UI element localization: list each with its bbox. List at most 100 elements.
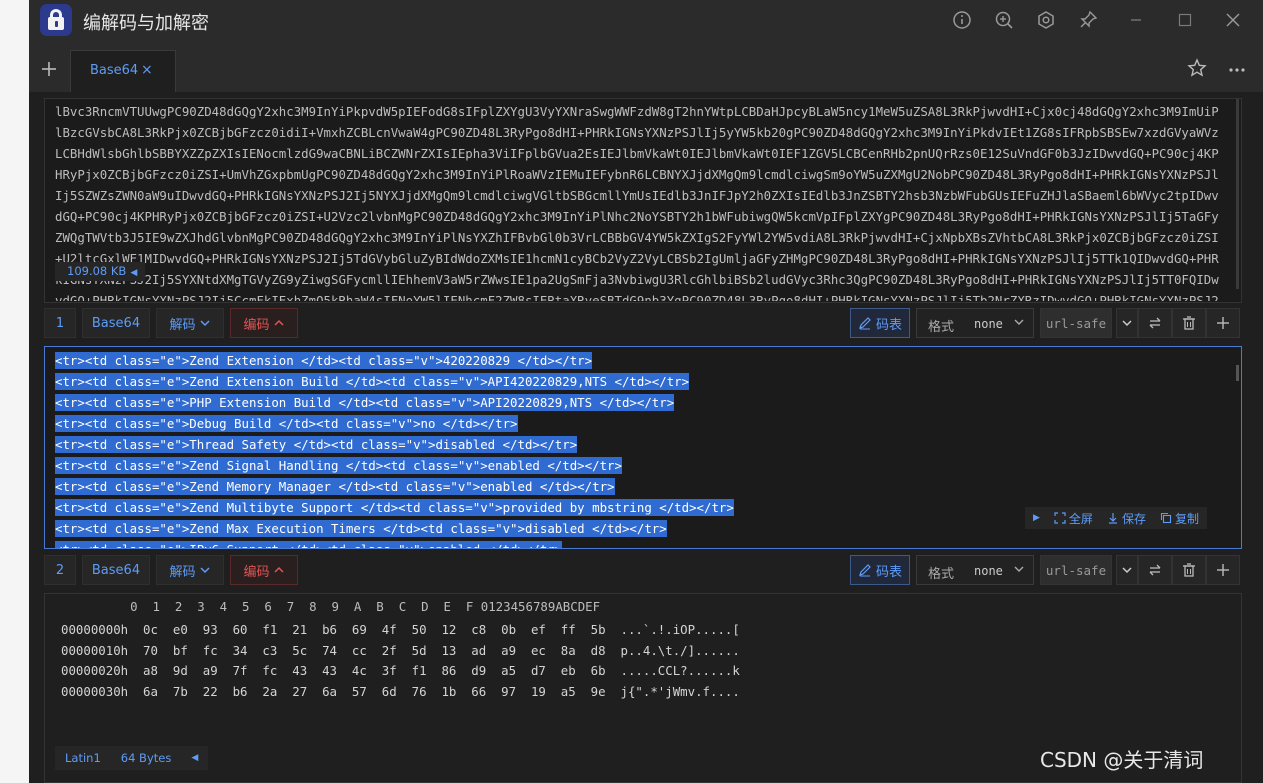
copy-label: 复制 xyxy=(1174,511,1199,526)
settings-icon[interactable] xyxy=(1034,8,1058,32)
encoded-panel[interactable]: lBvc3RncmVTUUwgPC90ZD48dGQgY2xhc3M9InYiP… xyxy=(44,98,1242,303)
decoded-line: <tr><td class="e">Debug Build </td><td c… xyxy=(55,415,518,432)
scrollbar[interactable] xyxy=(1236,99,1239,289)
hex-rows: 00000000h 0c e0 93 60 f1 21 b6 69 4f 50 … xyxy=(61,620,740,702)
chevron-up-icon xyxy=(273,566,284,573)
copy-button[interactable]: 复制 xyxy=(1160,510,1199,527)
caret-right-icon[interactable]: ▶ xyxy=(1033,513,1040,523)
dropdown-icon[interactable] xyxy=(1116,308,1138,338)
decoded-lines[interactable]: <tr><td class="e">Zend Extension </td><t… xyxy=(55,350,734,548)
chevron-down-icon xyxy=(199,320,210,327)
app-window: 编解码与加解密 Base64 × lBvc3RncmVTUUwgPC90ZD48… xyxy=(29,0,1263,783)
decode-button[interactable]: 解码 xyxy=(156,555,224,585)
byte-count: 64 Bytes xyxy=(120,751,172,765)
tab-close-icon[interactable]: × xyxy=(141,62,155,80)
code-table-button[interactable]: 码表 xyxy=(850,308,910,338)
fullscreen-label: 全屏 xyxy=(1068,511,1093,526)
format-label: 格式 xyxy=(928,567,955,582)
trash-icon[interactable] xyxy=(1172,555,1206,585)
caret-left-icon[interactable]: ◀ xyxy=(130,268,137,278)
encoding-label[interactable]: Latin1 xyxy=(65,751,101,765)
size-badge: 109.08 KB ◀ xyxy=(55,262,146,281)
format-label: 格式 xyxy=(928,320,955,335)
encode-button[interactable]: 编码 xyxy=(230,308,298,338)
decode-label: 解码 xyxy=(169,564,196,580)
hex-row: 00000030h 6a 7b 22 b6 2a 27 6a 57 6d 76 … xyxy=(61,683,740,699)
encoded-text[interactable]: lBvc3RncmVTUUwgPC90ZD48dGQgY2xhc3M9InYiP… xyxy=(55,101,1225,301)
swap-icon[interactable] xyxy=(1138,308,1172,338)
decoded-panel[interactable]: <tr><td class="e">Zend Extension </td><t… xyxy=(44,346,1242,549)
chevron-down-icon xyxy=(1014,319,1024,325)
copy-icon xyxy=(1160,512,1172,524)
decoded-line: <tr><td class="e">IPv6 Support </td><td … xyxy=(55,539,734,548)
more-icon[interactable] xyxy=(1225,56,1249,80)
window-title: 编解码与加解密 xyxy=(83,13,209,34)
edit-icon xyxy=(859,317,871,330)
dropdown-icon[interactable] xyxy=(1116,555,1138,585)
chevron-up-icon xyxy=(273,319,284,326)
format-select[interactable]: 格式 none xyxy=(916,308,1034,338)
decoded-line: <tr><td class="e">Zend Multibyte Support… xyxy=(55,499,734,516)
decoded-line: <tr><td class="e">Thread Safety </td><td… xyxy=(55,436,578,453)
code-table-button[interactable]: 码表 xyxy=(850,555,910,585)
decoded-line: <tr><td class="e">Zend Signal Handling <… xyxy=(55,457,622,474)
floating-toolbar: ▶ 全屏 保存 复制 xyxy=(1025,507,1207,529)
url-safe-toggle[interactable]: url-safe xyxy=(1040,555,1112,585)
add-icon[interactable] xyxy=(1206,555,1240,585)
url-safe-toggle[interactable]: url-safe xyxy=(1040,308,1112,338)
format-value: none xyxy=(974,564,1003,578)
caret-left-icon[interactable]: ◀ xyxy=(191,753,198,763)
chevron-down-icon xyxy=(1014,566,1024,572)
code-table-label: 码表 xyxy=(875,564,902,580)
trash-icon[interactable] xyxy=(1172,308,1206,338)
save-button[interactable]: 保存 xyxy=(1107,510,1146,527)
star-icon[interactable] xyxy=(1185,56,1209,80)
panel-index: 2 xyxy=(44,555,76,585)
save-label: 保存 xyxy=(1121,511,1146,526)
format-value: none xyxy=(974,317,1003,331)
type-button[interactable]: Base64 xyxy=(82,308,150,338)
swap-icon[interactable] xyxy=(1138,555,1172,585)
watermark: CSDN @关于清词 xyxy=(1040,748,1204,772)
panel-index: 1 xyxy=(44,308,76,338)
scrollbar[interactable] xyxy=(1236,365,1239,381)
add-tab-icon[interactable] xyxy=(37,57,61,81)
hex-row: 00000020h a8 9d a9 7f fc 43 43 4c 3f f1 … xyxy=(61,663,740,678)
info-icon[interactable] xyxy=(950,8,974,32)
fullscreen-icon xyxy=(1054,512,1066,524)
hex-header: 0 1 2 3 4 5 6 7 8 9 A B C D E F 01234567… xyxy=(63,599,601,614)
decode-button[interactable]: 解码 xyxy=(156,308,224,338)
decoded-line: <tr><td class="e">Zend Extension Build <… xyxy=(55,373,690,390)
zoom-in-icon[interactable] xyxy=(992,8,1016,32)
decoded-line: <tr><td class="e">Zend Memory Manager </… xyxy=(55,478,615,495)
main-content: lBvc3RncmVTUUwgPC90ZD48dGQgY2xhc3M9InYiP… xyxy=(29,92,1263,783)
lock-icon xyxy=(40,4,72,36)
close-window-icon[interactable] xyxy=(1221,8,1245,32)
decode-label: 解码 xyxy=(169,317,196,333)
toolbar-1: 1 Base64 解码 编码 码表 格式 none url-safe xyxy=(44,308,1244,340)
maximize-icon[interactable] xyxy=(1173,8,1197,32)
hex-footer: Latin1 64 Bytes ◀ xyxy=(55,746,209,770)
decoded-line: <tr><td class="e">PHP Extension Build </… xyxy=(55,394,675,411)
size-value: 109.08 KB xyxy=(67,264,127,278)
tab-base64[interactable]: Base64 × xyxy=(70,50,176,92)
add-icon[interactable] xyxy=(1206,308,1240,338)
tab-strip: Base64 × xyxy=(29,42,1263,92)
minimize-icon[interactable] xyxy=(1124,8,1148,32)
encode-label: 编码 xyxy=(243,564,270,580)
code-table-label: 码表 xyxy=(875,317,902,333)
hex-row: 00000010h 70 bf fc 34 c3 5c 74 cc 2f 5d … xyxy=(61,642,740,658)
chevron-down-icon xyxy=(199,567,210,574)
edit-icon xyxy=(859,564,871,577)
decoded-line: <tr><td class="e">Zend Max Execution Tim… xyxy=(55,520,667,537)
decoded-line: <tr><td class="e">Zend Extension </td><t… xyxy=(55,352,593,369)
fullscreen-button[interactable]: 全屏 xyxy=(1054,510,1093,527)
encode-label: 编码 xyxy=(243,317,270,333)
format-select[interactable]: 格式 none xyxy=(916,555,1034,585)
type-button[interactable]: Base64 xyxy=(82,555,150,585)
pin-icon[interactable] xyxy=(1076,8,1100,32)
encode-button[interactable]: 编码 xyxy=(230,555,298,585)
download-icon xyxy=(1108,513,1117,524)
toolbar-2: 2 Base64 解码 编码 码表 格式 none url-safe xyxy=(44,555,1244,587)
title-bar: 编解码与加解密 xyxy=(29,0,1263,42)
